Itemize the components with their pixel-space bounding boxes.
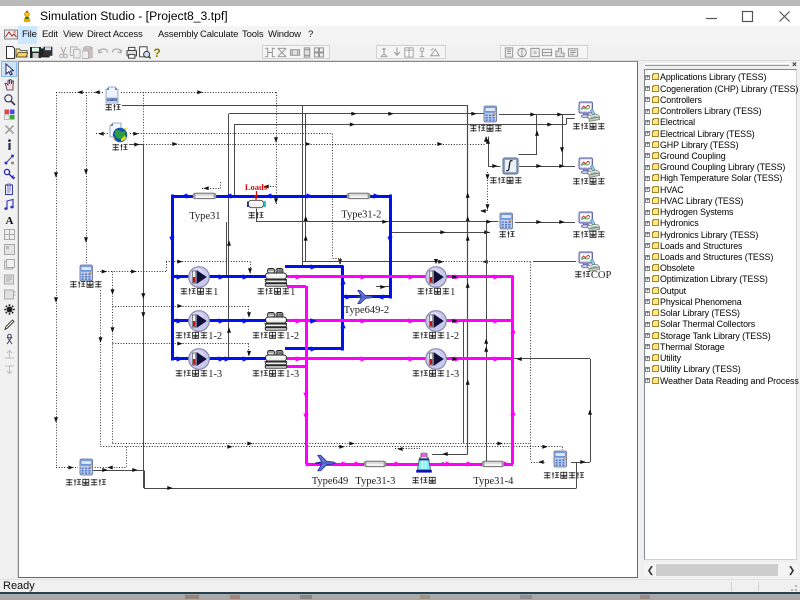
svg-text:Type649-2: Type649-2	[344, 305, 389, 316]
svg-text:USER: USER	[107, 98, 117, 102]
svg-text:Type31-2: Type31-2	[341, 210, 381, 221]
svg-text:COP: COP	[591, 270, 612, 281]
svg-text:1-2: 1-2	[208, 331, 222, 342]
svg-text:1-3: 1-3	[208, 369, 222, 380]
svg-text:A: A	[5, 215, 13, 226]
svg-text:1: 1	[450, 287, 455, 298]
svg-text:Loads: Loads	[245, 182, 268, 192]
svg-text:1-2: 1-2	[285, 331, 299, 342]
svg-text:1-3: 1-3	[445, 369, 459, 380]
svg-text:1: 1	[290, 287, 295, 298]
svg-text:1: 1	[213, 287, 218, 298]
svg-text:Type649: Type649	[312, 476, 349, 487]
svg-text:Type31: Type31	[189, 211, 220, 222]
svg-text:1-2: 1-2	[445, 331, 459, 342]
svg-text:Type31-3: Type31-3	[355, 476, 395, 487]
svg-text:1-3: 1-3	[285, 369, 299, 380]
svg-text:Type31-4: Type31-4	[473, 476, 514, 487]
